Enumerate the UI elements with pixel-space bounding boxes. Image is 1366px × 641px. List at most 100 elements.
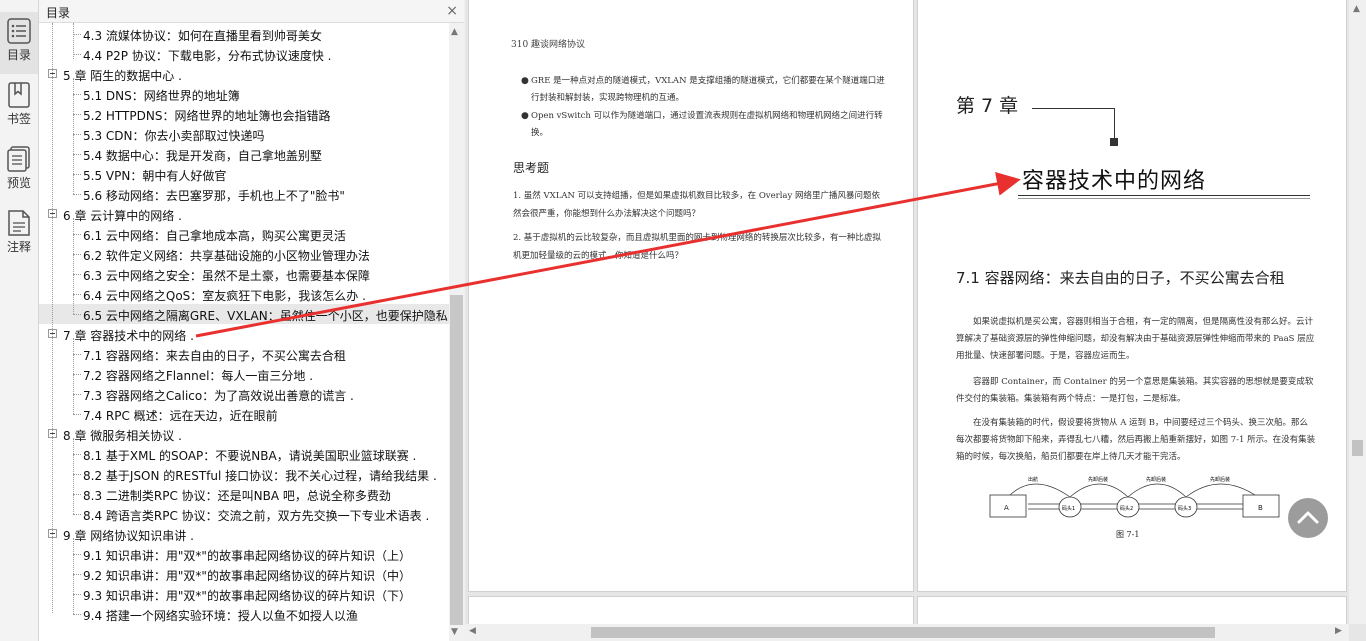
tree-connector — [73, 594, 81, 595]
side-rail: 目录 书签 预览 注释 — [0, 0, 39, 641]
scroll-up-icon[interactable]: ▲ — [451, 27, 458, 37]
figure-7-1: A B 码头1 码头2 码头3 出航 先卸后装 先卸后装 先卸后装 — [989, 476, 1280, 518]
rail-annotation-button[interactable]: 注释 — [0, 204, 38, 266]
scroll-left-icon[interactable]: ◀ — [469, 626, 476, 636]
tree-connector — [73, 134, 81, 135]
rail-preview-button[interactable]: 预览 — [0, 140, 38, 202]
tree-connector — [73, 294, 81, 295]
chevron-up-icon — [1297, 511, 1319, 524]
bookmark-icon — [8, 82, 30, 108]
toc-item-label: 6.3 云中网络之安全：虽然不是土豪，也需要基本保障 — [83, 269, 370, 283]
tree-guide — [73, 78, 74, 194]
tree-guide — [73, 438, 74, 514]
toc-section-item[interactable]: 4.3 流媒体协议：如何在直播里看到帅哥美女 — [39, 24, 449, 44]
toc-section-item[interactable]: 7.1 容器网络：来去自由的日子，不买公寓去合租 — [39, 344, 449, 364]
toc-item-label: 5 章 陌生的数据中心 . — [63, 69, 182, 83]
close-icon[interactable]: × — [446, 3, 458, 19]
toc-section-item[interactable]: 7.4 RPC 概述：远在天边，近在眼前 — [39, 404, 449, 424]
rail-toc-button[interactable]: 目录 — [0, 12, 38, 74]
toc-section-item[interactable]: 8.4 跨语言类RPC 协议：交流之前，双方先交换一下专业术语表 . — [39, 504, 449, 524]
toc-item-label: 6 章 云计算中的网络 . — [63, 209, 182, 223]
toc-section-item[interactable]: 4.4 P2P 协议：下载电影，分布式协议速度快 . — [39, 44, 449, 64]
chapter-label: 第 7 章 — [956, 95, 1019, 117]
toc-section-item[interactable]: 9.3 知识串讲：用"双*"的故事串起网络协议的碎片知识（下） — [39, 584, 449, 604]
figure-start-label: A — [1004, 504, 1009, 512]
figure-arc-label: 先卸后装 — [1088, 476, 1108, 483]
tree-connector — [73, 174, 81, 175]
title-underline — [1018, 198, 1310, 199]
toc-item-label: 5.4 数据中心：我是开发商，自己拿地盖别墅 — [83, 149, 322, 163]
bullet-icon: ● — [521, 76, 529, 86]
figure-ports: 码头1 码头2 码头3 — [1058, 496, 1198, 518]
toc-chapter-item[interactable]: 9 章 网络协议知识串讲 . — [39, 524, 449, 544]
toc-item-label: 9.2 知识串讲：用"双*"的故事串起网络协议的碎片知识（中） — [83, 569, 411, 583]
toc-item-label: 6.4 云中网络之QoS：室友疯狂下电影，我该怎么办 . — [83, 289, 366, 303]
scroll-up-icon[interactable]: ▲ — [1353, 4, 1360, 14]
back-to-top-button[interactable] — [1288, 498, 1328, 538]
figure-end-label: B — [1258, 504, 1263, 512]
tree-connector — [73, 574, 81, 575]
annotation-icon — [8, 210, 30, 236]
toc-item-label: 5.5 VPN：朝中有人好做官 — [83, 169, 227, 183]
toc-item-label: 8.1 基于XML 的SOAP：不要说NBA，请说美国职业篮球联赛 . — [83, 449, 417, 463]
rail-toc-label: 目录 — [6, 48, 31, 62]
document-view[interactable]: 310 趣谈网络协议 ● GRE 是一种点对点的隧道模式，VXLAN 是支撑组播的… — [465, 0, 1366, 641]
figure-arc-labels: 出航 先卸后装 先卸后装 先卸后装 — [1028, 476, 1230, 483]
tree-connector — [73, 474, 81, 475]
toc-section-item[interactable]: 5.3 CDN：你去小卖部取过快递吗 — [39, 124, 449, 144]
toc-scroll-thumb[interactable] — [450, 295, 463, 625]
toc-section-item[interactable]: 5.1 DNS：网络世界的地址簿 — [39, 84, 449, 104]
toc-section-item[interactable]: 7.2 容器网络之Flannel：每人一亩三分地 . — [39, 364, 449, 384]
toc-section-item[interactable]: 5.6 移动网络：去巴塞罗那，手机也上不了"脸书" — [39, 184, 449, 204]
toc-section-item[interactable]: 9.4 搭建一个网络实验环境：授人以鱼不如授人以渔 — [39, 604, 449, 624]
tree-connector — [73, 414, 81, 415]
toc-section-item[interactable]: 6.4 云中网络之QoS：室友疯狂下电影，我该怎么办 . — [39, 284, 449, 304]
toc-tree: 4.3 流媒体协议：如何在直播里看到帅哥美女 4.4 P2P 协议：下载电影，分布… — [39, 23, 449, 641]
tree-connector — [73, 314, 81, 315]
toc-section-item[interactable]: 7.3 容器网络之Calico：为了高效说出善意的谎言 . — [39, 384, 449, 404]
toc-section-item[interactable]: 5.5 VPN：朝中有人好做官 — [39, 164, 449, 184]
figure-port-label: 码头1 — [1062, 505, 1075, 512]
toc-item-label: 5.6 移动网络：去巴塞罗那，手机也上不了"脸书" — [83, 189, 345, 203]
toc-section-item[interactable]: 9.2 知识串讲：用"双*"的故事串起网络协议的碎片知识（中） — [39, 564, 449, 584]
toc-chapter-item[interactable]: 8 章 微服务相关协议 . — [39, 424, 449, 444]
toc-section-item[interactable]: 5.2 HTTPDNS：网络世界的地址簿也会指错路 — [39, 104, 449, 124]
toc-section-item[interactable]: 9.1 知识串讲：用"双*"的故事串起网络协议的碎片知识（上） — [39, 544, 449, 564]
section-title: 7.1 容器网络：来去自由的日子，不买公寓去合租 — [956, 269, 1285, 287]
toc-section-item[interactable]: 6.3 云中网络之安全：虽然不是土豪，也需要基本保障 — [39, 264, 449, 284]
toc-item-label: 8.3 二进制类RPC 协议：还是叫NBA 吧，总说全称多费劲 — [83, 489, 391, 503]
tree-connector — [73, 154, 81, 155]
document-horizontal-thumb[interactable] — [591, 627, 1215, 638]
tree-connector — [73, 374, 81, 375]
document-vertical-scrollbar[interactable]: ▲ — [1349, 0, 1366, 624]
document-vertical-thumb[interactable] — [1352, 440, 1363, 456]
document-horizontal-scrollbar[interactable]: ◀ ▶ — [465, 624, 1349, 641]
bullet-paragraph: ● Open vSwitch 可以作为隧道端口，通过设置流表规则在虚拟机网络和物理… — [521, 108, 891, 142]
toc-section-item[interactable]: 6.5 云中网络之隔离GRE、VXLAN：虽然住一个小区，也要保护隐私 — [39, 304, 449, 324]
bullet-icon: ● — [521, 111, 529, 121]
toc-item-label: 5.1 DNS：网络世界的地址簿 — [83, 89, 240, 103]
tree-guide — [73, 338, 74, 414]
toc-item-label: 7.4 RPC 概述：远在天边，近在眼前 — [83, 409, 278, 423]
toc-item-label: 9 章 网络协议知识串讲 . — [63, 529, 194, 543]
toc-chapter-item[interactable]: 5 章 陌生的数据中心 . — [39, 64, 449, 84]
tree-connector — [73, 254, 81, 255]
toc-section-item[interactable]: 8.3 二进制类RPC 协议：还是叫NBA 吧，总说全称多费劲 — [39, 484, 449, 504]
page-310: 310 趣谈网络协议 ● GRE 是一种点对点的隧道模式，VXLAN 是支撑组播的… — [468, 0, 914, 592]
toc-chapter-item[interactable]: 6 章 云计算中的网络 . — [39, 204, 449, 224]
toc-section-item[interactable]: 6.1 云中网络：自己拿地成本高，购买公寓更灵活 — [39, 224, 449, 244]
scroll-down-icon[interactable]: ▼ — [451, 627, 458, 637]
chapter-marker — [1110, 138, 1118, 146]
toc-chapter-item[interactable]: 7 章 容器技术中的网络 . — [39, 324, 449, 344]
question-paragraph: 1. 虽然 VXLAN 可以支持组播，但是如果虚拟机数目比较多，在 Overla… — [513, 191, 880, 219]
rail-bookmark-label: 书签 — [6, 112, 31, 126]
toc-section-item[interactable]: 8.1 基于XML 的SOAP：不要说NBA，请说美国职业篮球联赛 . — [39, 444, 449, 464]
toc-section-item[interactable]: 5.4 数据中心：我是开发商，自己拿地盖别墅 — [39, 144, 449, 164]
tree-connector — [73, 114, 81, 115]
scroll-right-icon[interactable]: ▶ — [1335, 626, 1342, 636]
toc-item-label: 9.1 知识串讲：用"双*"的故事串起网络协议的碎片知识（上） — [83, 549, 411, 563]
rail-bookmark-button[interactable]: 书签 — [0, 76, 38, 138]
toc-section-item[interactable]: 6.2 软件定义网络：共享基础设施的小区物业管理办法 — [39, 244, 449, 264]
toc-section-item[interactable]: 8.2 基于JSON 的RESTful 接口协议：我不关心过程，请给我结果 . — [39, 464, 449, 484]
toc-scrollbar[interactable]: ▲ ▼ — [449, 23, 464, 641]
